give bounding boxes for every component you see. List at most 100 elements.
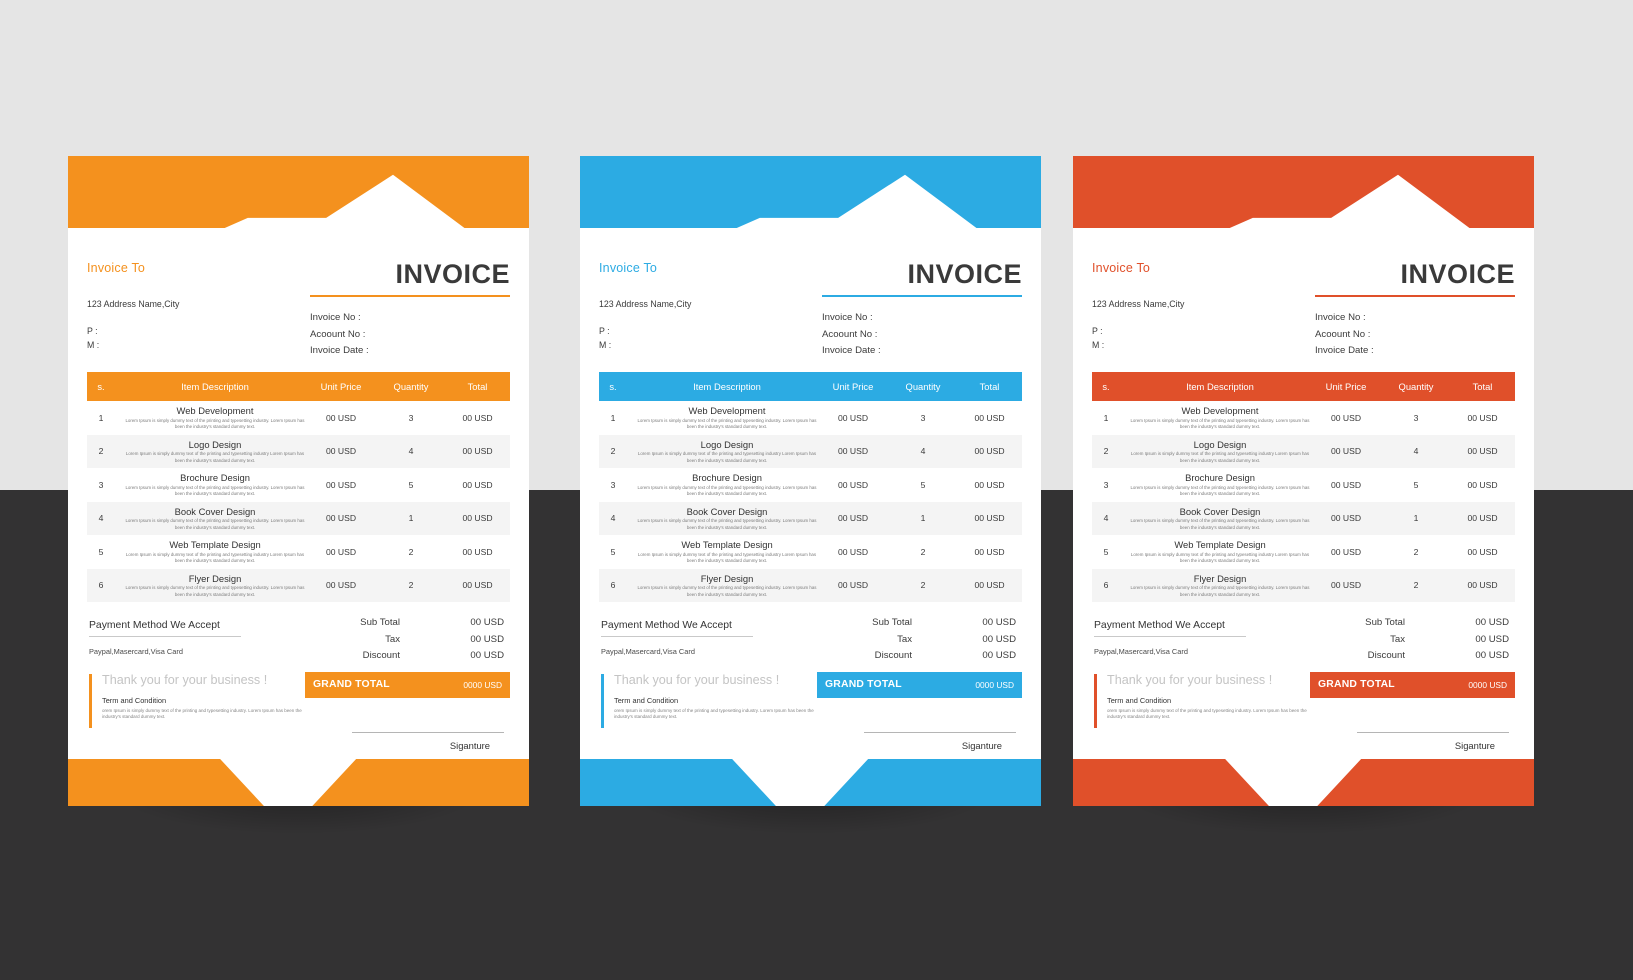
total-row-2: Discount 00 USD <box>1310 648 1515 665</box>
table-row[interactable]: 5 Web Template Design Lorem Ipsum is simpl… <box>599 535 1022 569</box>
total-value-1: 00 USD <box>470 633 504 645</box>
table-row[interactable]: 3 Brochure Design Lorem Ipsum is simply du… <box>1092 468 1515 502</box>
row-total: 00 USD <box>1467 479 1498 490</box>
row-item-title: Web Template Design <box>1174 539 1266 550</box>
invoice-meta-line-0: Invoice No : <box>310 312 361 323</box>
table-row[interactable]: 2 Logo Design Lorem Ipsum is simply dummy … <box>1092 434 1515 469</box>
col-header-sl: s. <box>1102 381 1110 392</box>
invoice-top-info: Invoice To 123 Address Name,City P : M : INV… <box>599 228 1022 372</box>
table-row[interactable]: 1 Web Development Lorem Ipsum is simply du… <box>1092 401 1515 435</box>
terms-title: Term and Condition <box>614 695 679 705</box>
row-quantity: 2 <box>1413 546 1419 557</box>
table-row[interactable]: 2 Logo Design Lorem Ipsum is simply dummy … <box>87 434 510 468</box>
payment-method-title: Payment Method We Accept <box>1094 620 1246 637</box>
invoice-card-orange[interactable]: Invoice To 123 Address Name,City P : M : INV… <box>68 156 529 806</box>
design-canvas: Invoice To 123 Address Name,City P : M : INV… <box>0 0 1633 980</box>
row-description: Logo Design Lorem Ipsum is simply dummy t… <box>627 435 817 469</box>
table-row[interactable]: 6 Flyer Design Lorem Ipsum is simply dummy… <box>599 568 1022 603</box>
row-item-title: Flyer Design <box>1193 572 1247 584</box>
row-description: Flyer Design Lorem Ipsum is simply dummy … <box>627 569 817 603</box>
table-row[interactable]: 5 Web Template Design Lorem Ipsum is simpl… <box>87 535 510 569</box>
total-row-0: Sub Total 00 USD <box>1310 615 1515 632</box>
header-band <box>1073 156 1534 228</box>
row-total: 00 USD <box>462 546 493 557</box>
table-row[interactable]: 1 Web Development Lorem Ipsum is simply du… <box>87 401 510 435</box>
billing-address: 123 Address Name,City <box>87 299 180 309</box>
terms-title: Term and Condition <box>1107 695 1172 705</box>
table-row[interactable]: 5 Web Template Design Lorem Ipsum is simpl… <box>1092 535 1515 569</box>
row-description: Book Cover Design Lorem Ipsum is simply d… <box>1120 502 1310 536</box>
row-serial: 1 <box>98 412 104 423</box>
row-quantity: 1 <box>920 513 926 524</box>
signature-label: Siganture <box>449 739 490 751</box>
row-quantity: 3 <box>1413 412 1419 423</box>
row-quantity: 1 <box>1413 513 1419 524</box>
billing-address: 123 Address Name,City <box>1092 299 1185 309</box>
row-unit-price: 00 USD <box>325 580 357 591</box>
invoice-meta-line-1: Acoount No : <box>1315 328 1371 340</box>
invoice-meta-block: INVOICE Invoice No : Acoount No : Invoice D… <box>1315 261 1515 360</box>
row-serial: 1 <box>1103 412 1109 423</box>
row-item-subtext: Lorem Ipsum is simply dummy text of the … <box>125 518 305 530</box>
total-row-0: Sub Total 00 USD <box>305 615 510 632</box>
table-row[interactable]: 4 Book Cover Design Lorem Ipsum is simply … <box>599 501 1022 535</box>
row-item-title: Brochure Design <box>1185 472 1255 483</box>
row-quantity: 3 <box>920 412 926 423</box>
grand-total-label: GRAND TOTAL <box>313 679 390 690</box>
row-description: Flyer Design Lorem Ipsum is simply dummy … <box>115 569 305 603</box>
invoice-card-red[interactable]: Invoice To 123 Address Name,City P : M : INV… <box>1073 156 1534 806</box>
col-header-description: Item Description <box>1186 381 1254 392</box>
thanks-terms-block: Thank you for your business ! Term and Co… <box>89 674 305 728</box>
table-row[interactable]: 4 Book Cover Design Lorem Ipsum is simply … <box>87 501 510 535</box>
row-description: Web Template Design Lorem Ipsum is simply… <box>115 535 305 569</box>
col-header-description: Item Description <box>693 381 761 392</box>
table-row[interactable]: 3 Brochure Design Lorem Ipsum is simply du… <box>599 468 1022 502</box>
invoice-title: INVOICE <box>1400 259 1515 289</box>
table-row[interactable]: 1 Web Development Lorem Ipsum is simply du… <box>599 401 1022 435</box>
total-row-2: Discount 00 USD <box>305 648 510 665</box>
invoice-card-blue[interactable]: Invoice To 123 Address Name,City P : M : INV… <box>580 156 1041 806</box>
row-quantity: 1 <box>408 513 414 524</box>
payment-method-list: Paypal,Masercard,Visa Card <box>1094 647 1188 656</box>
invoice-top-info: Invoice To 123 Address Name,City P : M : INV… <box>1092 228 1515 372</box>
row-serial: 5 <box>1103 546 1109 557</box>
invoice-bottom-section: Payment Method We Accept Paypal,Masercard… <box>1092 615 1515 751</box>
grand-total-bar: GRAND TOTAL 0000 USD <box>305 671 510 698</box>
row-quantity: 4 <box>920 446 926 457</box>
row-item-subtext: Lorem Ipsum is simply dummy text of the … <box>125 585 305 597</box>
signature-line <box>352 731 504 733</box>
invoice-to-label: Invoice To <box>1092 261 1151 275</box>
table-row[interactable]: 4 Book Cover Design Lorem Ipsum is simply … <box>1092 501 1515 536</box>
col-header-quantity: Quantity <box>393 381 429 392</box>
row-unit-price: 00 USD <box>837 580 869 591</box>
table-row[interactable]: 6 Flyer Design Lorem Ipsum is simply dummy… <box>1092 568 1515 602</box>
total-value-1: 00 USD <box>1475 633 1509 645</box>
row-quantity: 4 <box>1413 446 1419 457</box>
invoice-title-rule <box>310 295 510 297</box>
row-item-title: Brochure Design <box>692 472 762 483</box>
row-description: Web Development Lorem Ipsum is simply dum… <box>627 401 817 435</box>
billing-contact: P : M : <box>1092 325 1184 352</box>
row-unit-price: 00 USD <box>1330 546 1362 557</box>
totals-block: Sub Total 00 USD Tax 00 USD Discount 00 USD GR… <box>1310 615 1515 751</box>
row-unit-price: 00 USD <box>325 513 357 524</box>
total-value-2: 00 USD <box>470 650 504 661</box>
totals-block: Sub Total 00 USD Tax 00 USD Discount 00 USD GR… <box>305 615 510 751</box>
grand-total-value: 0000 USD <box>463 679 502 690</box>
invoice-meta-line-0: Invoice No : <box>822 312 873 323</box>
phone-label: P : <box>87 325 98 336</box>
total-label-0: Sub Total <box>360 617 400 628</box>
table-row[interactable]: 2 Logo Design Lorem Ipsum is simply dummy … <box>599 434 1022 469</box>
row-unit-price: 00 USD <box>1330 580 1362 591</box>
row-serial: 3 <box>610 479 616 490</box>
row-description: Logo Design Lorem Ipsum is simply dummy t… <box>1120 435 1310 469</box>
signature-line <box>864 731 1016 733</box>
table-row[interactable]: 3 Brochure Design Lorem Ipsum is simply du… <box>87 468 510 502</box>
footer-band <box>68 759 529 806</box>
signature-line <box>1357 731 1509 733</box>
table-row[interactable]: 6 Flyer Design Lorem Ipsum is simply dummy… <box>87 568 510 603</box>
row-item-subtext: Lorem Ipsum is simply dummy text of the … <box>1130 585 1310 597</box>
row-item-subtext: Lorem Ipsum is simply dummy text of the … <box>637 417 817 430</box>
total-value-0: 00 USD <box>1475 617 1509 628</box>
mobile-label: M : <box>599 339 612 350</box>
